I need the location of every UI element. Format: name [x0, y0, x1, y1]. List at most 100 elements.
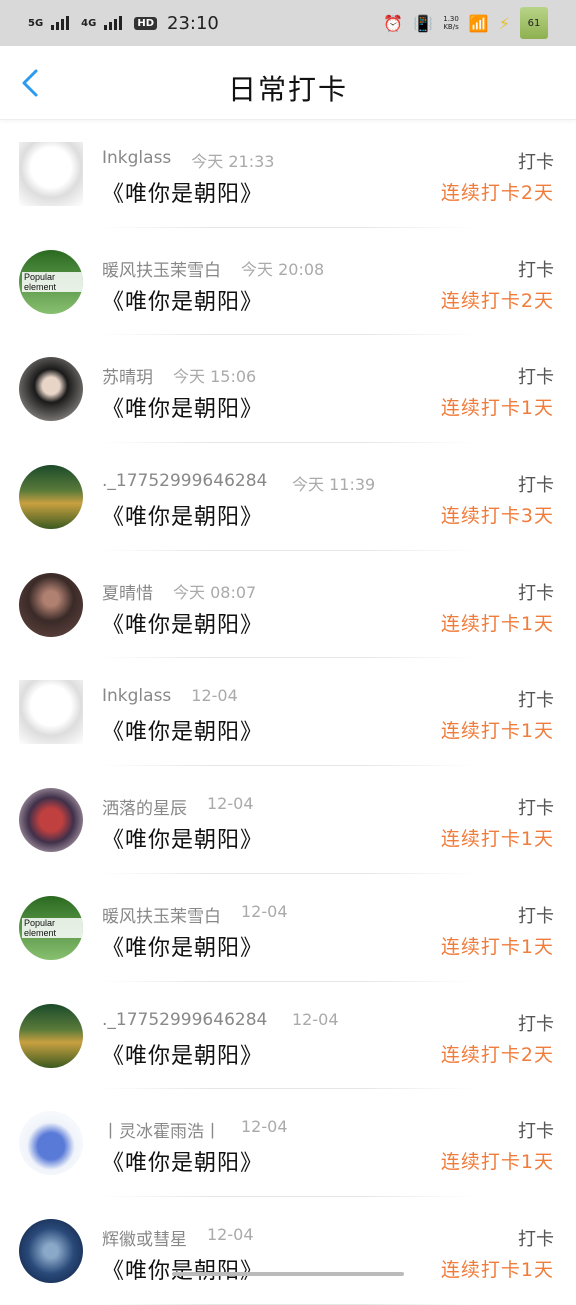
avatar[interactable] [19, 142, 83, 206]
status-right: ⏰ 📳 1.30 KB/s 📶 ⚡ 61 [383, 7, 548, 39]
avatar[interactable] [19, 1219, 83, 1283]
avatar[interactable] [19, 680, 83, 744]
checkin-time: 今天 20:08 [241, 256, 324, 280]
avatar[interactable]: Popular element [19, 896, 83, 960]
wifi-icon: 📶 [469, 14, 489, 33]
checkin-time: 12-04 [207, 794, 254, 813]
checkin-time: 12-04 [241, 1117, 288, 1136]
list-item[interactable]: Popular element 暖风扶玉茉雪白今天 20:08 《唯你是朝阳》 打卡连… [0, 228, 576, 336]
user-name[interactable]: Inkglass [102, 148, 171, 168]
streak-label: 连续打卡2天 [441, 178, 554, 205]
book-title[interactable]: 《唯你是朝阳》 [102, 714, 263, 746]
book-title[interactable]: 《唯你是朝阳》 [102, 1145, 263, 1177]
streak-label: 连续打卡1天 [441, 609, 554, 636]
divider [100, 1304, 476, 1305]
book-title[interactable]: 《唯你是朝阳》 [102, 391, 263, 423]
user-name[interactable]: 苏晴玥 [102, 363, 153, 388]
list-item[interactable]: 丨灵冰霍雨浩丨 12-04 《唯你是朝阳》 打卡连续打卡1天 [0, 1089, 576, 1197]
streak-label: 连续打卡1天 [441, 932, 554, 959]
list-item[interactable]: Inkglass 今天 21:33 《唯你是朝阳》 打卡连续打卡2天 [0, 120, 576, 228]
status-left: 5G 4G HD 23:10 [28, 13, 219, 34]
user-name[interactable]: Inkglass [102, 686, 171, 706]
checkin-label: 打卡 [518, 686, 554, 712]
checkin-time: 今天 08:07 [173, 579, 256, 603]
alarm-icon: ⏰ [383, 14, 403, 33]
avatar-text: Popular element [22, 918, 83, 938]
avatar[interactable] [19, 1004, 83, 1068]
avatar[interactable]: Popular element [19, 250, 83, 314]
streak-label: 连续打卡2天 [441, 1040, 554, 1067]
avatar[interactable] [19, 357, 83, 421]
user-name[interactable]: 丨灵冰霍雨浩丨 [102, 1117, 221, 1142]
clock: 23:10 [167, 13, 219, 34]
vibrate-icon: 📳 [413, 14, 433, 33]
checkin-label: 打卡 [518, 1225, 554, 1251]
network-speed: 1.30 KB/s [443, 15, 459, 31]
streak-label: 连续打卡1天 [441, 1147, 554, 1174]
signal-icon [104, 16, 122, 30]
avatar[interactable] [19, 465, 83, 529]
checkin-time: 今天 21:33 [191, 148, 274, 172]
book-title[interactable]: 《唯你是朝阳》 [102, 176, 263, 208]
list-item[interactable]: Inkglass 12-04 《唯你是朝阳》 打卡连续打卡1天 [0, 658, 576, 766]
streak-label: 连续打卡2天 [441, 286, 554, 313]
user-name[interactable]: ._17752999646284 ... [102, 1010, 272, 1030]
book-title[interactable]: 《唯你是朝阳》 [102, 607, 263, 639]
checkin-list: Inkglass今天 21:33《唯你是朝阳》打卡连续打卡2天Popular e… [0, 120, 576, 1305]
user-name[interactable]: 洒落的星辰 [102, 794, 187, 819]
book-title[interactable]: 《唯你是朝阳》 [102, 822, 263, 854]
checkin-label: 打卡 [518, 579, 554, 605]
avatar[interactable] [19, 788, 83, 852]
user-name[interactable]: 辉徽或彗星 [102, 1225, 187, 1250]
speed-unit: KB/s [443, 23, 458, 31]
list-item[interactable]: 苏晴玥今天 15:06 《唯你是朝阳》 打卡连续打卡1天 [0, 335, 576, 443]
streak-label: 连续打卡1天 [441, 824, 554, 851]
user-name[interactable]: 夏晴惜 [102, 579, 153, 604]
checkin-time: 12-04 [292, 1010, 339, 1029]
user-name[interactable]: 暖风扶玉茉雪白 [102, 902, 221, 927]
book-title[interactable]: 《唯你是朝阳》 [102, 284, 263, 316]
list-item[interactable]: ._17752999646284 ... 12-04 《唯你是朝阳》 打卡连续打卡2天 [0, 982, 576, 1090]
checkin-time: 今天 11:39 [292, 471, 375, 495]
user-name[interactable]: 暖风扶玉茉雪白 [102, 256, 221, 281]
checkin-label: 打卡 [518, 1010, 554, 1036]
checkin-time: 12-04 [207, 1225, 254, 1244]
network-5g-label: 5G [28, 18, 45, 29]
hd-badge: HD [134, 17, 157, 30]
checkin-label: 打卡 [518, 1117, 554, 1143]
checkin-label: 打卡 [518, 363, 554, 389]
list-item[interactable]: 辉徽或彗星 12-04 《唯你是朝阳》 打卡连续打卡1天 [0, 1197, 576, 1305]
list-item[interactable]: ._17752999646284 ... 今天 11:39 《唯你是朝阳》 打卡连续打… [0, 443, 576, 551]
charging-icon: ⚡ [499, 14, 510, 33]
checkin-label: 打卡 [518, 471, 554, 497]
streak-label: 连续打卡1天 [441, 1255, 554, 1282]
home-indicator[interactable] [172, 1272, 404, 1276]
book-title[interactable]: 《唯你是朝阳》 [102, 930, 263, 962]
signal-icon [51, 16, 69, 30]
streak-label: 连续打卡3天 [441, 501, 554, 528]
status-bar: 5G 4G HD 23:10 ⏰ 📳 1.30 KB/s 📶 ⚡ 61 [0, 0, 576, 46]
checkin-time: 12-04 [241, 902, 288, 921]
book-title[interactable]: 《唯你是朝阳》 [102, 1038, 263, 1070]
avatar[interactable] [19, 1111, 83, 1175]
checkin-time: 12-04 [191, 686, 238, 705]
checkin-label: 打卡 [518, 148, 554, 174]
list-item[interactable]: 洒落的星辰 12-04 《唯你是朝阳》 打卡连续打卡1天 [0, 766, 576, 874]
book-title[interactable]: 《唯你是朝阳》 [102, 499, 263, 531]
avatar[interactable] [19, 573, 83, 637]
avatar-text: Popular element [22, 272, 83, 292]
checkin-time: 今天 15:06 [173, 363, 256, 387]
checkin-label: 打卡 [518, 902, 554, 928]
battery-level: 61 [528, 18, 541, 29]
streak-label: 连续打卡1天 [441, 393, 554, 420]
list-item[interactable]: Popular element 暖风扶玉茉雪白 12-04 《唯你是朝阳》 打卡连续打卡… [0, 874, 576, 982]
list-item[interactable]: 夏晴惜今天 08:07 《唯你是朝阳》 打卡连续打卡1天 [0, 551, 576, 659]
user-name[interactable]: ._17752999646284 ... [102, 471, 272, 491]
speed-value: 1.30 [443, 15, 459, 23]
book-title[interactable]: 《唯你是朝阳》 [102, 1253, 263, 1285]
checkin-label: 打卡 [518, 256, 554, 282]
battery-icon: 61 [520, 7, 548, 39]
page-title: 日常打卡 [0, 68, 576, 108]
checkin-label: 打卡 [518, 794, 554, 820]
streak-label: 连续打卡1天 [441, 716, 554, 743]
